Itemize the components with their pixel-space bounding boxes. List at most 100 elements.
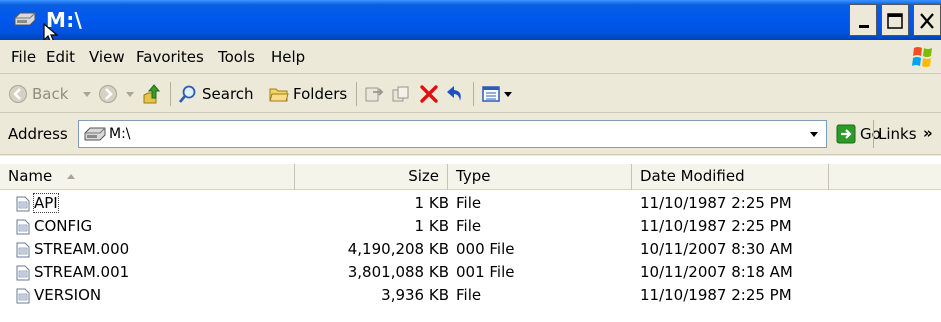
views-icon [482,86,500,102]
file-icon [16,219,30,235]
back-label: Back [32,85,69,103]
links-toolbar-label[interactable]: Links [878,125,917,143]
folders-label: Folders [293,85,348,103]
file-size: 3,801,088 KB [347,263,449,281]
forward-button[interactable] [98,75,118,113]
column-size-label: Size [408,167,439,185]
undo-icon [447,86,461,101]
links-chevron-icon[interactable]: » [923,124,933,142]
menu-view[interactable]: View [89,48,125,66]
column-type[interactable]: Type [448,164,632,190]
search-button[interactable]: Search [178,75,254,113]
move-to-button[interactable] [364,75,384,113]
copy-to-icon [392,86,409,102]
menu-favorites[interactable]: Favorites [136,48,204,66]
back-history-dropdown[interactable] [82,75,92,113]
column-size[interactable]: Size [295,164,448,190]
explorer-window: M:\ File Edit View Favorites Tools Help … [0,0,941,322]
menu-file[interactable]: File [11,48,36,66]
go-arrow-icon [836,124,856,144]
views-button[interactable] [481,75,513,113]
file-name: STREAM.001 [34,263,130,281]
file-size: 4,190,208 KB [347,240,449,258]
column-name-label: Name [8,167,53,185]
folders-icon [269,88,289,102]
address-input[interactable]: M:\ [78,120,827,148]
column-date-label: Date Modified [640,167,745,185]
toolbar-separator [356,82,357,106]
search-label: Search [202,85,254,103]
file-icon [16,196,30,212]
up-folder-icon [143,84,161,104]
file-row-config[interactable]: CONFIG 1 KB File 11/10/1987 2:25 PM [0,215,941,238]
file-row-version[interactable]: VERSION 3,936 KB File 11/10/1987 2:25 PM [0,284,941,307]
minimize-icon [859,25,869,28]
file-name: VERSION [34,286,102,304]
copy-to-button[interactable] [391,75,411,113]
file-list[interactable]: Name Size Type Date Modified API 1 KB Fi… [0,156,941,322]
file-type: File [456,217,482,235]
dropdown-arrow-icon [126,92,134,97]
file-name: API [33,193,59,213]
standard-toolbar: Back Search Folders [0,75,941,113]
toolbar-separator [170,82,171,106]
undo-button[interactable] [445,75,465,113]
windows-logo-icon [912,47,932,67]
file-size: 1 KB [414,194,449,212]
menu-bar: File Edit View Favorites Tools Help [0,40,941,74]
file-size: 3,936 KB [381,286,449,304]
file-row-api[interactable]: API 1 KB File 11/10/1987 2:25 PM [0,192,941,215]
file-type: File [456,194,482,212]
file-size: 1 KB [414,217,449,235]
close-button[interactable] [913,4,941,36]
maximize-button[interactable] [881,4,909,36]
file-type: 000 File [456,240,515,258]
drive-icon [14,12,36,26]
file-type: 001 File [456,263,515,281]
drive-icon [84,127,106,141]
file-row-stream-000[interactable]: STREAM.000 4,190,208 KB 000 File 10/11/2… [0,238,941,261]
file-icon [16,265,30,281]
file-row-stream-001[interactable]: STREAM.001 3,801,088 KB 001 File 10/11/2… [0,261,941,284]
back-button[interactable]: Back [8,75,68,113]
column-empty [829,164,941,190]
toolbar-separator [473,82,474,106]
address-label: Address [8,125,68,143]
menu-help[interactable]: Help [271,48,305,66]
close-icon [920,13,934,29]
minimize-button[interactable] [849,4,877,36]
dropdown-arrow-icon [83,92,91,97]
delete-button[interactable] [419,75,439,113]
go-button[interactable]: Go [834,120,884,148]
forward-arrow-icon [99,85,117,103]
caption-buttons [849,0,941,40]
folders-button[interactable]: Folders [269,75,347,113]
column-date-modified[interactable]: Date Modified [632,164,829,190]
back-arrow-icon [9,85,27,103]
move-to-icon [365,87,384,102]
delete-icon [420,85,438,103]
address-dropdown-button[interactable] [804,123,824,145]
maximize-icon [887,13,903,29]
dropdown-arrow-icon [810,132,818,137]
file-date: 10/11/2007 8:30 AM [640,240,793,258]
file-type: File [456,286,482,304]
file-name: CONFIG [34,217,93,235]
menu-edit[interactable]: Edit [46,48,75,66]
file-name: STREAM.000 [34,240,130,258]
dropdown-arrow-icon [504,92,512,97]
up-folder-button[interactable] [142,75,162,113]
address-bar: Address M:\ Go Links » [0,114,941,155]
menu-tools[interactable]: Tools [218,48,255,66]
links-separator [873,120,874,148]
forward-history-dropdown[interactable] [125,75,135,113]
file-date: 11/10/1987 2:25 PM [640,286,792,304]
file-icon [16,242,30,258]
file-date: 11/10/1987 2:25 PM [640,217,792,235]
sort-ascending-icon [67,174,75,179]
file-icon [16,288,30,304]
search-icon [179,85,196,103]
column-name[interactable]: Name [0,164,295,190]
file-date: 10/11/2007 8:18 AM [640,263,793,281]
title-bar[interactable]: M:\ [0,0,941,44]
